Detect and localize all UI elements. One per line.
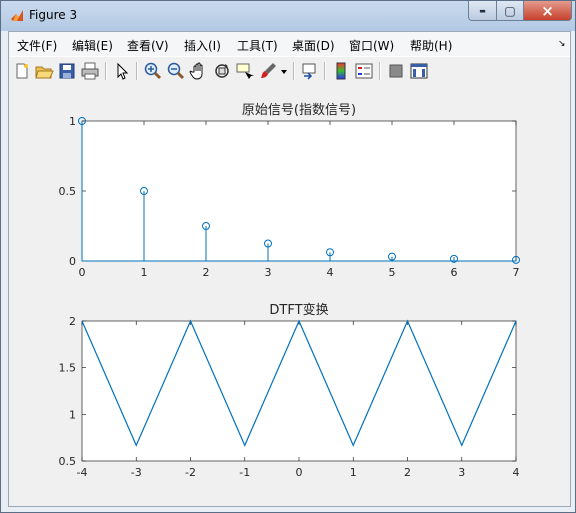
menu-view[interactable]: 查看(V) xyxy=(127,37,169,54)
x-tick-label: 5 xyxy=(389,266,396,279)
x-tick-label: -1 xyxy=(239,466,250,479)
x-tick-label: 4 xyxy=(327,266,334,279)
figure-toolbar xyxy=(9,56,570,86)
menu-help[interactable]: 帮助(H) xyxy=(410,37,452,54)
figure-canvas: 原始信号(指数信号) 0 1 2 3 4 5 6 7 0 0.5 1 DTFT变换 -4 -3 -2 -1 0 1 2… xyxy=(9,85,570,506)
y-tick-label: 1 xyxy=(69,408,76,421)
x-tick-label: 7 xyxy=(513,266,520,279)
hide-plot-tools-icon[interactable] xyxy=(386,61,406,81)
toolbar-separator xyxy=(136,62,138,80)
close-icon: × xyxy=(541,1,554,20)
figure-client-area: 文件(F) 编辑(E) 查看(V) 插入(I) 工具(T) 桌面(D) 窗口(W… xyxy=(8,31,571,507)
select-arrow-icon[interactable] xyxy=(112,61,132,81)
figure-window: Figure 3 ▬ ▢ × 文件(F) 编辑(E) 查看(V) 插入(I) 工… xyxy=(0,0,576,513)
y-tick-label: 1 xyxy=(69,115,76,128)
x-tick-label: 2 xyxy=(203,266,210,279)
brush-icon[interactable] xyxy=(258,61,278,81)
menu-window[interactable]: 窗口(W) xyxy=(349,37,394,54)
menu-overflow-icon[interactable]: ↘ xyxy=(558,39,566,49)
axes-title: DTFT变换 xyxy=(269,302,328,318)
menu-tools[interactable]: 工具(T) xyxy=(237,37,278,54)
maximize-button[interactable]: ▢ xyxy=(496,1,524,21)
y-tick-label: 0 xyxy=(69,255,76,268)
x-tick-label: 3 xyxy=(265,266,272,279)
save-icon[interactable] xyxy=(57,61,77,81)
y-tick-label: 0.5 xyxy=(59,455,77,468)
x-tick-label: 4 xyxy=(513,466,520,479)
title-bar[interactable]: Figure 3 ▬ ▢ × xyxy=(1,1,575,31)
x-tick-label: 0 xyxy=(296,466,303,479)
menu-desktop[interactable]: 桌面(D) xyxy=(292,37,335,54)
open-file-icon[interactable] xyxy=(34,61,54,81)
rotate-3d-icon[interactable] xyxy=(212,61,232,81)
zoom-in-icon[interactable] xyxy=(143,61,163,81)
minimize-button[interactable]: ▬ xyxy=(468,1,497,21)
maximize-icon: ▢ xyxy=(504,3,516,18)
menu-insert[interactable]: 插入(I) xyxy=(184,37,221,54)
link-plot-icon[interactable] xyxy=(300,61,320,81)
x-tick-label: 1 xyxy=(350,466,357,479)
y-tick-label: 1.5 xyxy=(59,362,77,375)
axes-box-2 xyxy=(81,320,517,462)
new-figure-icon[interactable] xyxy=(12,61,32,81)
print-icon[interactable] xyxy=(80,61,100,81)
y-tick-label: 2 xyxy=(69,315,76,328)
legend-icon[interactable] xyxy=(354,61,374,81)
x-tick-label: -3 xyxy=(131,466,142,479)
x-tick-label: 2 xyxy=(404,466,411,479)
x-tick-label: 0 xyxy=(79,266,86,279)
x-tick-label: 1 xyxy=(141,266,148,279)
close-button[interactable]: × xyxy=(523,1,572,21)
toolbar-separator xyxy=(293,62,295,80)
axes-title: 原始信号(指数信号) xyxy=(242,103,356,118)
menu-edit[interactable]: 编辑(E) xyxy=(72,37,113,54)
window-title: Figure 3 xyxy=(29,8,78,22)
toolbar-separator xyxy=(324,62,326,80)
pan-hand-icon[interactable] xyxy=(189,61,209,81)
colorbar-icon[interactable] xyxy=(331,61,351,81)
x-tick-label: -2 xyxy=(185,466,196,479)
plots-svg: 原始信号(指数信号) 0 1 2 3 4 5 6 7 0 0.5 1 DTFT变换 -4 -3 -2 -1 0 1 2… xyxy=(59,103,520,479)
data-cursor-icon[interactable] xyxy=(235,61,255,81)
y-tick-label: 0.5 xyxy=(59,185,77,198)
show-plot-tools-icon[interactable] xyxy=(409,61,429,81)
toolbar-separator xyxy=(379,62,381,80)
toolbar-separator xyxy=(105,62,107,80)
brush-dropdown-icon[interactable] xyxy=(279,61,289,81)
x-tick-label: 3 xyxy=(458,466,465,479)
minimize-icon: ▬ xyxy=(479,6,486,15)
matlab-logo-icon xyxy=(11,10,23,21)
menu-file[interactable]: 文件(F) xyxy=(17,37,57,54)
x-tick-label: 6 xyxy=(451,266,458,279)
menu-bar: 文件(F) 编辑(E) 查看(V) 插入(I) 工具(T) 桌面(D) 窗口(W… xyxy=(9,32,570,56)
zoom-out-icon[interactable] xyxy=(166,61,186,81)
x-tick-label: -4 xyxy=(77,466,88,479)
